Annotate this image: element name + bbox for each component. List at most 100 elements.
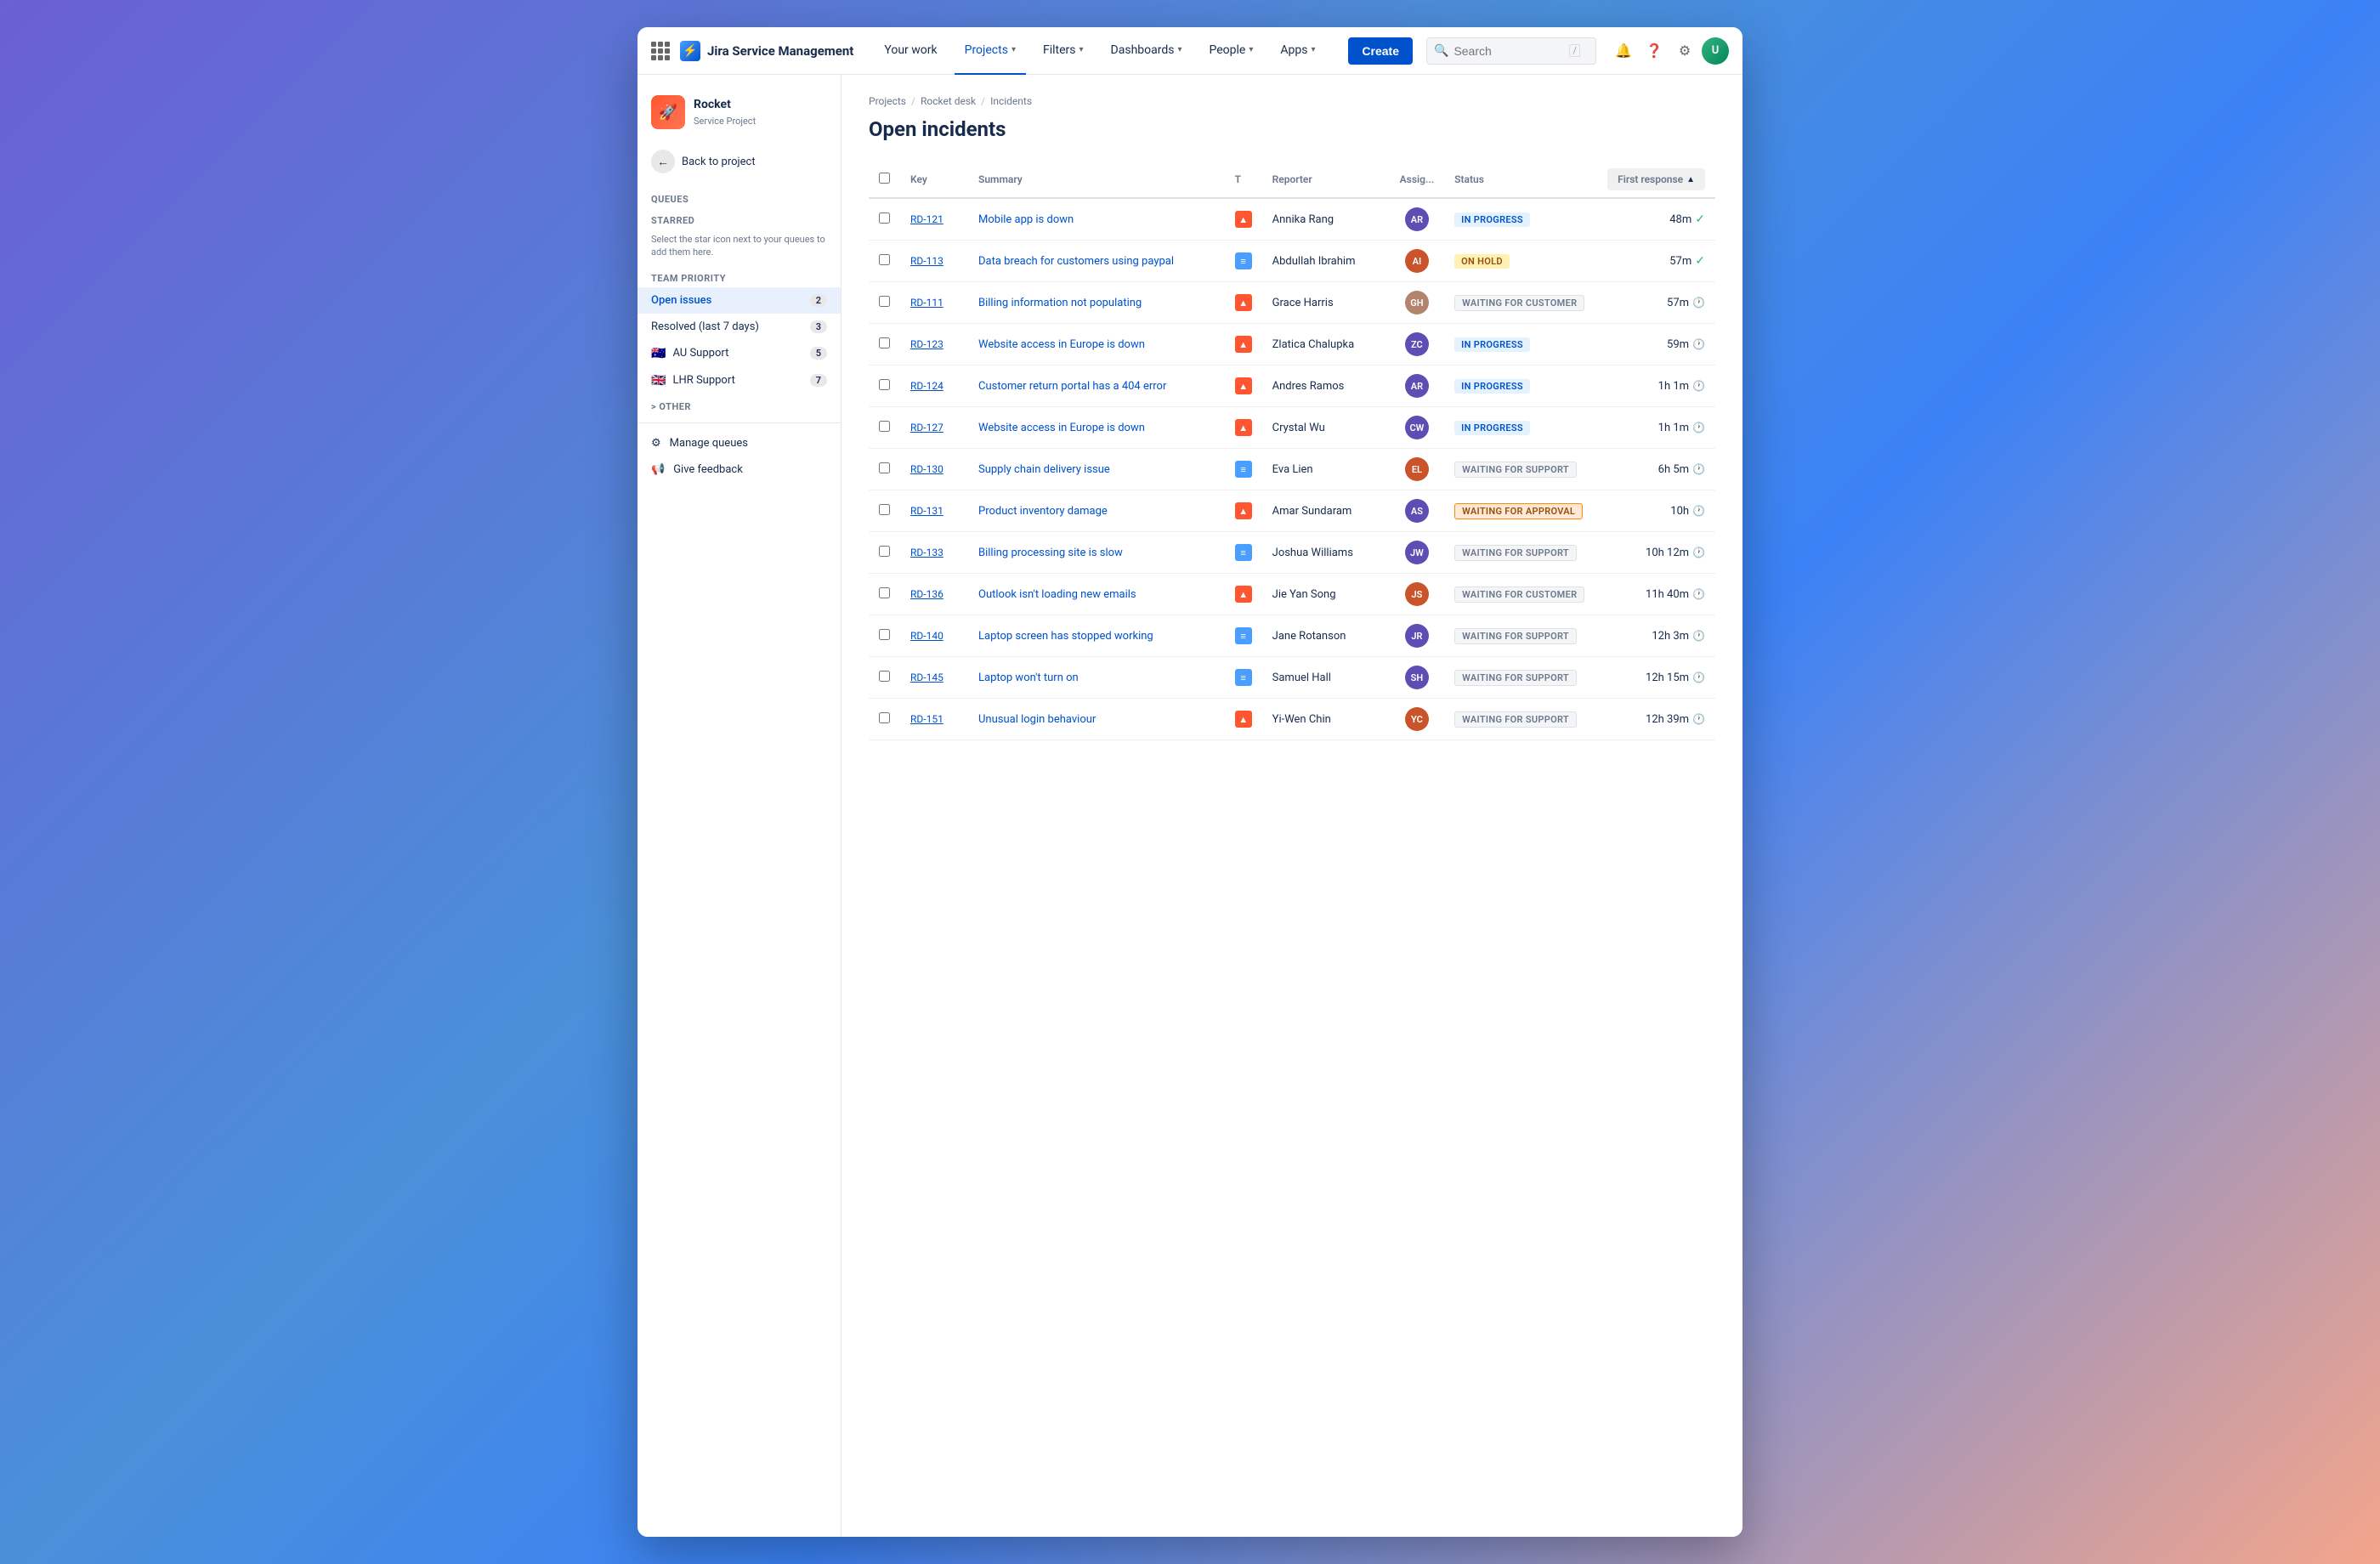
- table-row: RD-127 Website access in Europe is down …: [869, 407, 1715, 449]
- issue-key-cell: RD-131: [900, 490, 968, 532]
- row-checkbox[interactable]: [879, 379, 890, 390]
- back-to-project-button[interactable]: ← Back to project: [638, 143, 841, 180]
- col-assignee: Assig...: [1390, 162, 1445, 198]
- issue-type-cell: ▲: [1225, 198, 1262, 241]
- issue-key-link[interactable]: RD-145: [910, 672, 944, 683]
- breadcrumb-projects[interactable]: Projects: [869, 95, 906, 107]
- issue-key-link[interactable]: RD-131: [910, 505, 944, 517]
- reporter-name: Crystal Wu: [1272, 422, 1325, 434]
- row-checkbox[interactable]: [879, 212, 890, 224]
- issue-key-link[interactable]: RD-124: [910, 380, 944, 392]
- issue-summary-link[interactable]: Laptop screen has stopped working: [978, 630, 1153, 643]
- issue-assignee-cell: GH: [1390, 282, 1445, 324]
- first-response-clock-icon: 🕐: [1692, 422, 1705, 434]
- notifications-button[interactable]: 🔔: [1610, 37, 1637, 65]
- issue-summary-link[interactable]: Unusual login behaviour: [978, 713, 1096, 726]
- row-checkbox[interactable]: [879, 462, 890, 473]
- row-checkbox-cell: [869, 490, 900, 532]
- status-badge: IN PROGRESS: [1454, 421, 1530, 435]
- manage-queues-button[interactable]: ⚙ Manage queues: [638, 430, 841, 456]
- reporter-name: Yi-Wen Chin: [1272, 713, 1331, 726]
- first-response-time: 6h 5m: [1658, 463, 1689, 476]
- search-box[interactable]: 🔍 /: [1426, 37, 1596, 65]
- starred-section-label: STARRED: [638, 208, 841, 230]
- issue-summary-link[interactable]: Website access in Europe is down: [978, 338, 1145, 351]
- user-avatar[interactable]: U: [1702, 37, 1729, 65]
- table-row: RD-124 Customer return portal has a 404 …: [869, 366, 1715, 407]
- issue-key-cell: RD-123: [900, 324, 968, 366]
- row-checkbox[interactable]: [879, 587, 890, 598]
- sidebar-item-open-issues[interactable]: Open issues 2: [638, 287, 841, 314]
- status-badge: WAITING FOR SUPPORT: [1454, 711, 1577, 728]
- issue-summary-link[interactable]: Supply chain delivery issue: [978, 463, 1110, 476]
- issue-first-response-cell: 12h 3m 🕐: [1597, 615, 1715, 657]
- issue-summary-link[interactable]: Laptop won't turn on: [978, 672, 1079, 684]
- issue-type-cell: ▲: [1225, 490, 1262, 532]
- row-checkbox[interactable]: [879, 629, 890, 640]
- row-checkbox-cell: [869, 241, 900, 282]
- issue-type-icon: ≡: [1235, 669, 1252, 686]
- issue-summary-link[interactable]: Billing processing site is slow: [978, 547, 1123, 559]
- nav-projects[interactable]: Projects ▾: [955, 27, 1026, 75]
- select-all-checkbox[interactable]: [879, 173, 890, 184]
- sidebar-item-resolved[interactable]: Resolved (last 7 days) 3: [638, 314, 841, 340]
- first-response-time: 1h 1m: [1658, 380, 1689, 393]
- other-label[interactable]: > OTHER: [638, 394, 841, 416]
- issue-summary-link[interactable]: Data breach for customers using paypal: [978, 255, 1174, 268]
- give-feedback-button[interactable]: 📢 Give feedback: [638, 456, 841, 483]
- first-response-value: 12h 3m 🕐: [1607, 630, 1705, 643]
- breadcrumb-rocket-desk[interactable]: Rocket desk: [921, 95, 976, 107]
- issue-summary-link[interactable]: Billing information not populating: [978, 297, 1142, 309]
- row-checkbox[interactable]: [879, 671, 890, 682]
- nav-filters[interactable]: Filters ▾: [1033, 27, 1094, 75]
- resolved-label: Resolved (last 7 days): [651, 320, 759, 333]
- issue-summary-link[interactable]: Mobile app is down: [978, 213, 1074, 226]
- row-checkbox[interactable]: [879, 337, 890, 348]
- issue-type-cell: ▲: [1225, 574, 1262, 615]
- issue-key-cell: RD-136: [900, 574, 968, 615]
- issue-key-link[interactable]: RD-127: [910, 422, 944, 434]
- issue-summary-link[interactable]: Product inventory damage: [978, 505, 1108, 518]
- issue-key-link[interactable]: RD-123: [910, 338, 944, 350]
- issue-key-link[interactable]: RD-121: [910, 213, 944, 225]
- issue-key-link[interactable]: RD-130: [910, 463, 944, 475]
- row-checkbox[interactable]: [879, 254, 890, 265]
- row-checkbox-cell: [869, 324, 900, 366]
- issue-summary-link[interactable]: Customer return portal has a 404 error: [978, 380, 1166, 393]
- issue-key-link[interactable]: RD-133: [910, 547, 944, 558]
- sidebar-item-au-support[interactable]: 🇦🇺 AU Support 5: [638, 340, 841, 367]
- row-checkbox[interactable]: [879, 546, 890, 557]
- first-response-time: 59m: [1667, 338, 1689, 351]
- help-button[interactable]: ❓: [1640, 37, 1668, 65]
- table-row: RD-113 Data breach for customers using p…: [869, 241, 1715, 282]
- issue-key-cell: RD-127: [900, 407, 968, 449]
- status-badge: WAITING FOR SUPPORT: [1454, 545, 1577, 561]
- sidebar-item-lhr-support[interactable]: 🇬🇧 LHR Support 7: [638, 367, 841, 394]
- row-checkbox[interactable]: [879, 504, 890, 515]
- issue-type-icon: ≡: [1235, 461, 1252, 478]
- issue-first-response-cell: 11h 40m 🕐: [1597, 574, 1715, 615]
- nav-people[interactable]: People ▾: [1199, 27, 1264, 75]
- issue-key-link[interactable]: RD-151: [910, 713, 944, 725]
- assignee-avatar: AR: [1405, 207, 1429, 231]
- col-first-response[interactable]: First response ▲: [1597, 162, 1715, 198]
- create-button[interactable]: Create: [1348, 37, 1413, 65]
- issue-summary-link[interactable]: Website access in Europe is down: [978, 422, 1145, 434]
- row-checkbox[interactable]: [879, 712, 890, 723]
- issue-summary-link[interactable]: Outlook isn't loading new emails: [978, 588, 1136, 601]
- row-checkbox[interactable]: [879, 296, 890, 307]
- row-checkbox-cell: [869, 198, 900, 241]
- issue-assignee-cell: AR: [1390, 366, 1445, 407]
- issue-key-link[interactable]: RD-113: [910, 255, 944, 267]
- issue-key-link[interactable]: RD-140: [910, 630, 944, 642]
- nav-your-work[interactable]: Your work: [874, 27, 947, 75]
- issue-key-link[interactable]: RD-136: [910, 588, 944, 600]
- nav-apps[interactable]: Apps ▾: [1270, 27, 1325, 75]
- settings-button[interactable]: ⚙: [1671, 37, 1698, 65]
- first-response-clock-icon: 🕐: [1692, 297, 1705, 309]
- nav-dashboards[interactable]: Dashboards ▾: [1101, 27, 1193, 75]
- grid-icon[interactable]: [651, 42, 670, 60]
- issue-key-link[interactable]: RD-111: [910, 297, 944, 309]
- row-checkbox[interactable]: [879, 421, 890, 432]
- search-input[interactable]: [1454, 44, 1564, 58]
